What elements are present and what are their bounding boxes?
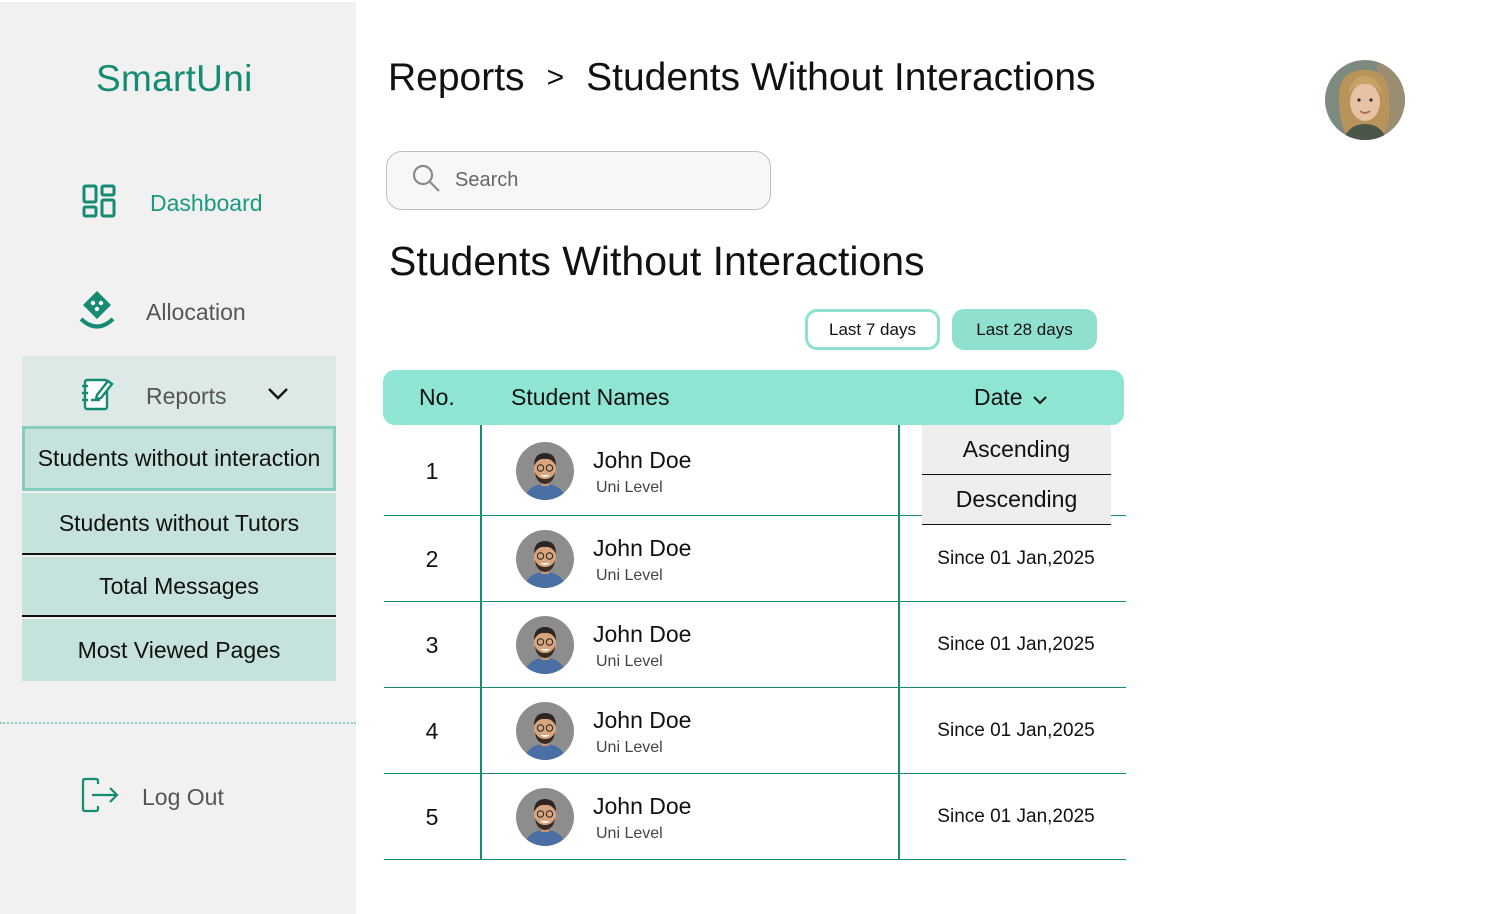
table-row[interactable]: 4 John Doe Uni Level Since 01 Jan,2025: [384, 688, 1126, 774]
student-avatar: [516, 441, 574, 500]
submenu-most-viewed-pages[interactable]: Most Viewed Pages: [22, 619, 336, 681]
nav-allocation-label: Allocation: [146, 299, 246, 325]
table-row[interactable]: 3 John Doe Uni Level Since 01 Jan,2025: [384, 602, 1126, 688]
breadcrumb-separator: >: [546, 61, 565, 94]
table-row[interactable]: 2 John Doe Uni Level Since 01 Jan,2025: [384, 516, 1126, 602]
student-avatar: [516, 788, 574, 846]
nav-logout[interactable]: Log Out: [80, 776, 224, 819]
nav-dashboard-label: Dashboard: [150, 190, 263, 216]
nav-reports-label: Reports: [146, 383, 227, 409]
allocation-icon: [78, 288, 116, 337]
sidebar-divider: [0, 722, 356, 724]
section-title: Students Without Interactions: [389, 238, 925, 284]
brand-logo: SmartUni: [96, 58, 253, 99]
reports-icon: [80, 376, 114, 417]
nav-dashboard[interactable]: Dashboard: [82, 184, 263, 223]
dashboard-icon: [82, 184, 116, 223]
search-input[interactable]: [455, 169, 735, 192]
student-name: John Doe: [593, 793, 692, 819]
student-avatar: [516, 616, 574, 674]
table-header: No. Student Names Date: [383, 370, 1124, 425]
student-name: John Doe: [593, 621, 692, 647]
student-level: Uni Level: [596, 825, 663, 842]
header-date-label: Date: [974, 384, 1023, 410]
chevron-down-icon[interactable]: [267, 387, 289, 406]
submenu-total-messages[interactable]: Total Messages: [22, 557, 336, 617]
student-name: John Doe: [593, 446, 692, 473]
breadcrumb-current: Students Without Interactions: [586, 56, 1096, 99]
row-number: 3: [425, 632, 439, 658]
search-icon: [387, 163, 441, 198]
nav-allocation[interactable]: Allocation: [78, 288, 246, 337]
row-number: 4: [425, 718, 439, 744]
header-student-names: Student Names: [511, 384, 670, 410]
sort-dropdown: Ascending Descending: [922, 425, 1111, 525]
breadcrumb-parent[interactable]: Reports: [388, 56, 525, 100]
row-date: Since 01 Jan,2025: [937, 634, 1095, 655]
row-number: 2: [425, 546, 439, 572]
breadcrumb: Reports > Students Without Interactions: [388, 56, 1096, 100]
nav-logout-label: Log Out: [142, 784, 224, 810]
student-name: John Doe: [593, 535, 692, 561]
table-row[interactable]: 5 John Doe Uni Level Since 01 Jan,2025: [384, 774, 1126, 860]
search-bar[interactable]: [386, 151, 771, 210]
row-date: Since 01 Jan,2025: [937, 720, 1095, 741]
sidebar: SmartUni Dashboard Allocation Reports St…: [0, 2, 356, 914]
submenu-students-without-tutors[interactable]: Students without Tutors: [22, 493, 336, 555]
student-avatar: [516, 702, 574, 760]
row-date: Since 01 Jan,2025: [937, 548, 1095, 569]
header-date-sort[interactable]: Date: [974, 384, 1048, 411]
student-avatar: [516, 530, 574, 588]
student-name: John Doe: [593, 707, 692, 733]
filter-last-7-days[interactable]: Last 7 days: [805, 309, 940, 350]
header-no: No.: [419, 384, 455, 410]
student-level: Uni Level: [596, 567, 663, 584]
student-level: Uni Level: [596, 653, 663, 670]
user-avatar[interactable]: [1325, 60, 1405, 140]
chevron-down-icon: [1023, 384, 1048, 411]
row-date: Since 01 Jan,2025: [937, 806, 1095, 827]
student-level: Uni Level: [596, 478, 663, 496]
nav-reports[interactable]: Reports: [80, 376, 289, 417]
row-number: 5: [425, 804, 439, 830]
row-number: 1: [425, 457, 439, 484]
logout-icon: [80, 776, 120, 819]
sort-descending-option[interactable]: Descending: [922, 475, 1111, 525]
student-level: Uni Level: [596, 739, 663, 756]
submenu-students-without-interaction[interactable]: Students without interaction: [22, 426, 336, 491]
filter-last-28-days[interactable]: Last 28 days: [952, 309, 1097, 350]
sort-ascending-option[interactable]: Ascending: [922, 425, 1111, 475]
